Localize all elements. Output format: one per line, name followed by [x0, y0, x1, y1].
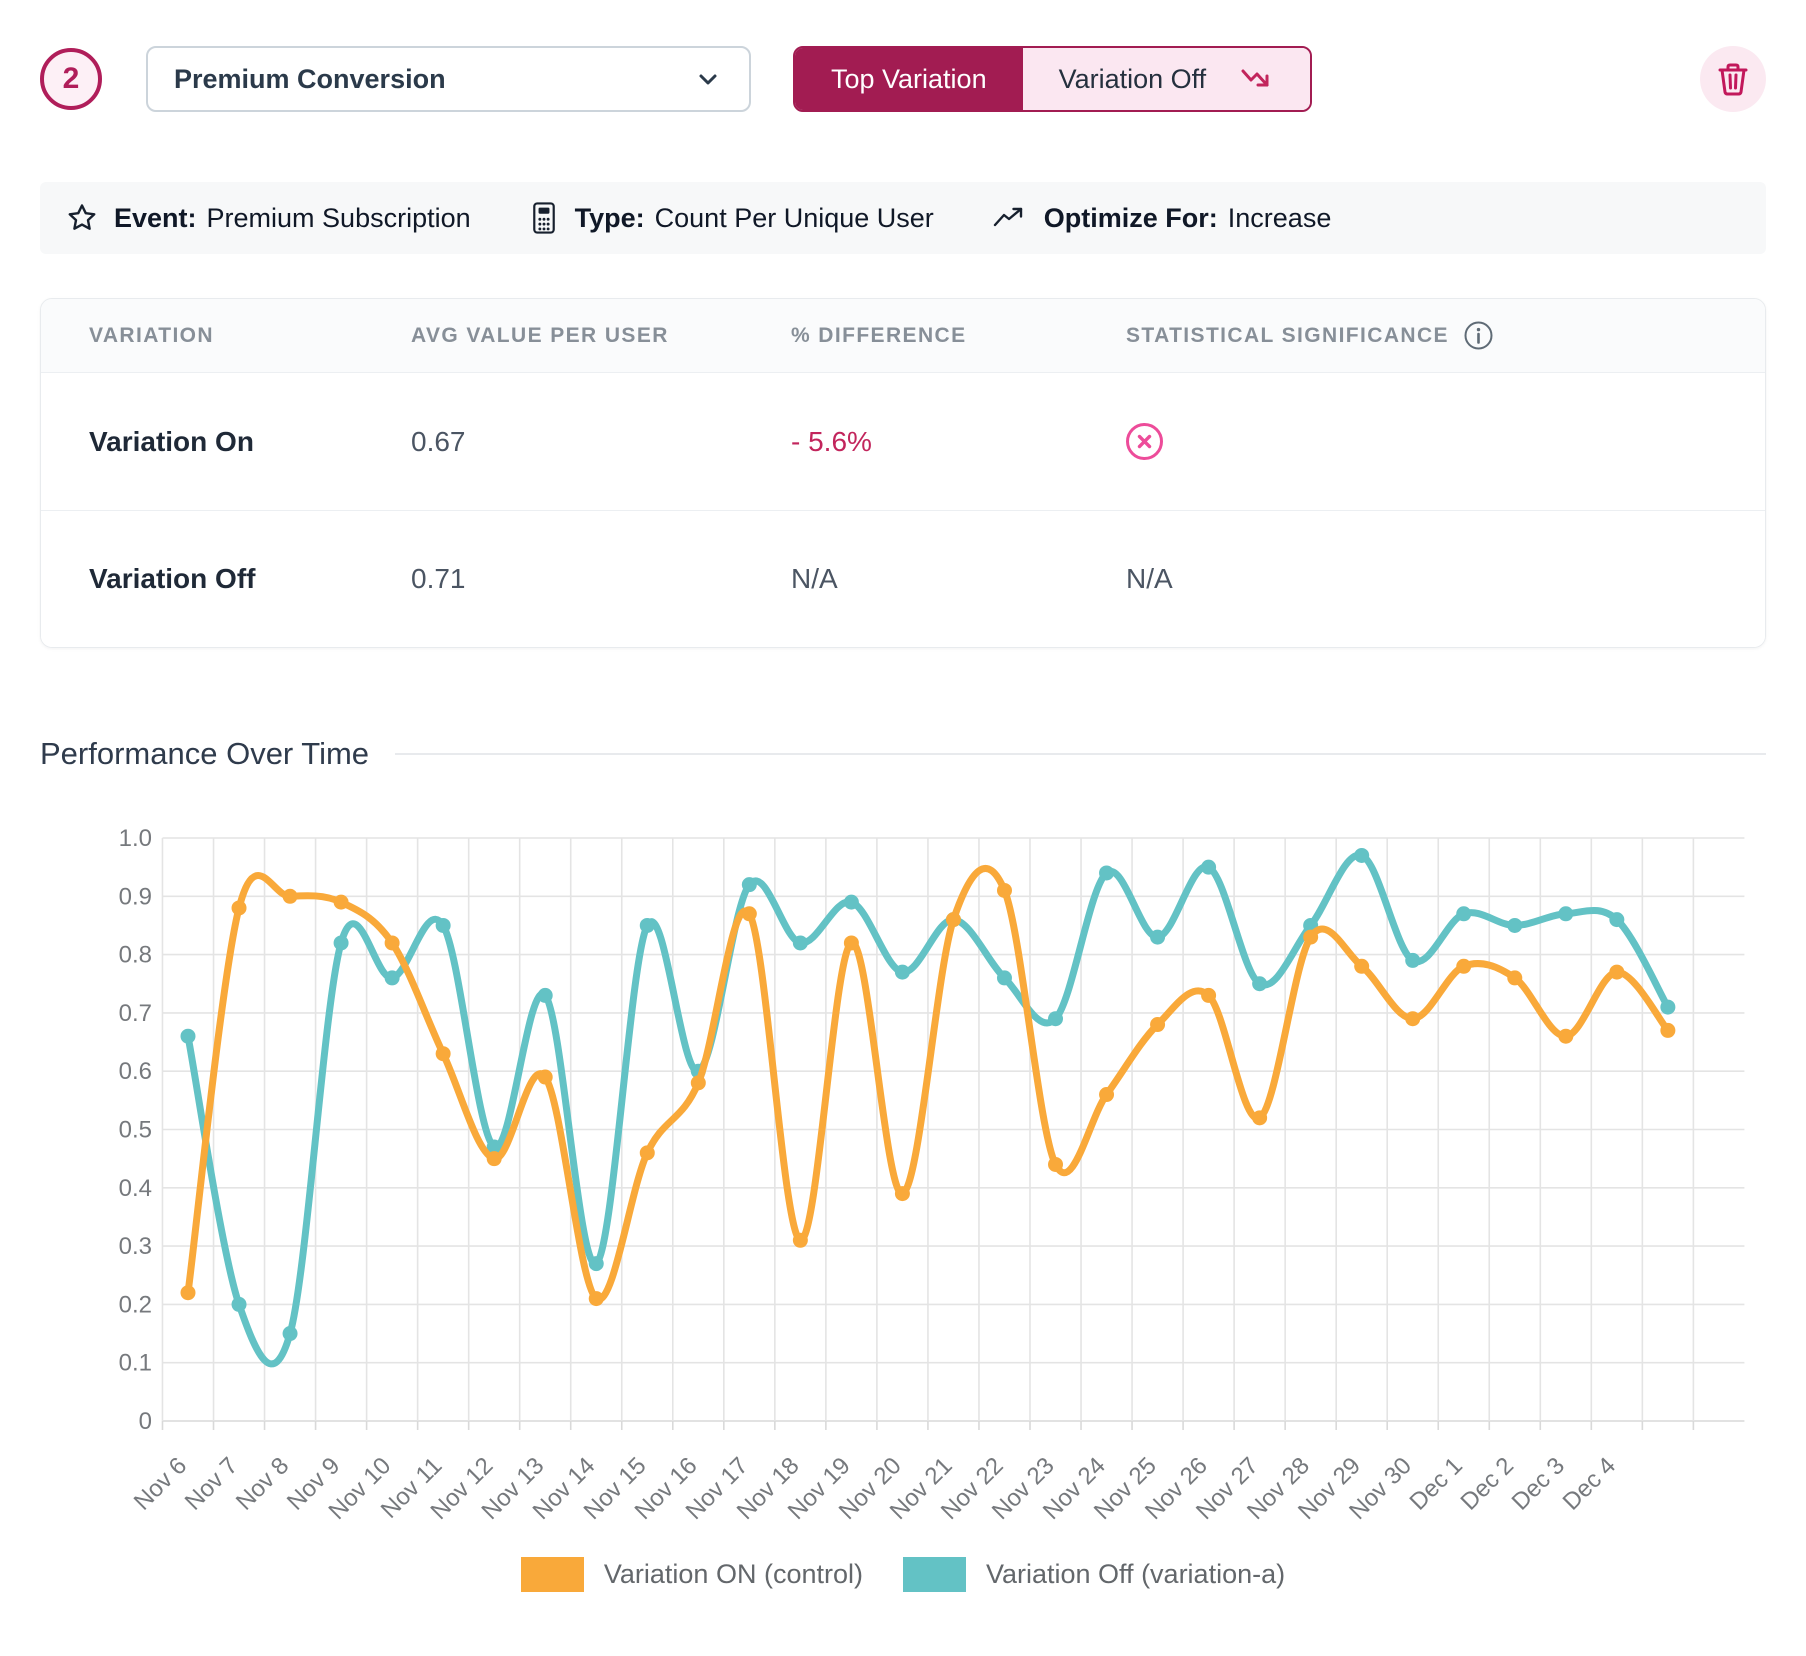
legend-chip-teal: [903, 1557, 966, 1592]
svg-text:0.7: 0.7: [119, 1000, 152, 1027]
svg-text:Dec 1: Dec 1: [1405, 1452, 1468, 1515]
col-variation: Variation: [89, 324, 411, 348]
metric-summary-bar: Event: Premium Subscription Type: Count …: [40, 182, 1766, 254]
performance-chart: 00.10.20.30.40.50.60.70.80.91.0Nov 6Nov …: [40, 788, 1766, 1592]
optimize-summary: Optimize For: Increase: [992, 203, 1332, 234]
legend-chip-orange: [521, 1557, 584, 1592]
info-icon[interactable]: [1463, 320, 1494, 351]
svg-text:0.5: 0.5: [119, 1117, 152, 1144]
svg-text:0.1: 0.1: [119, 1350, 152, 1377]
trend-down-icon: [1240, 65, 1274, 93]
type-label: Type:: [575, 203, 645, 234]
event-summary: Event: Premium Subscription: [66, 202, 471, 234]
difference-value: N/A: [791, 563, 1126, 595]
legend-label: Variation Off (variation-a): [986, 1559, 1285, 1590]
svg-text:0.2: 0.2: [119, 1291, 152, 1318]
variation-toggle: Top Variation Variation Off: [793, 46, 1312, 112]
trash-icon: [1716, 61, 1750, 97]
avg-value: 0.71: [411, 563, 791, 595]
optimize-label: Optimize For:: [1044, 203, 1218, 234]
step-number-badge: 2: [40, 48, 102, 110]
event-value: Premium Subscription: [207, 203, 471, 234]
legend-label: Variation ON (control): [604, 1559, 863, 1590]
svg-text:0.9: 0.9: [119, 883, 152, 910]
delete-metric-button[interactable]: [1700, 46, 1766, 112]
table-row-variation-on: Variation On 0.67 - 5.6%: [41, 373, 1765, 510]
difference-value: - 5.6%: [791, 426, 1126, 458]
svg-text:Dec 4: Dec 4: [1558, 1452, 1621, 1515]
results-table: Variation Avg Value Per User % Differenc…: [40, 298, 1766, 648]
svg-text:0.8: 0.8: [119, 942, 152, 969]
chart-legend: Variation ON (control) Variation Off (va…: [40, 1557, 1766, 1592]
toggle-top-variation[interactable]: Top Variation: [795, 48, 1023, 110]
calculator-icon: [529, 201, 559, 235]
svg-text:0.4: 0.4: [119, 1175, 152, 1202]
svg-text:0.6: 0.6: [119, 1058, 152, 1085]
divider: [395, 753, 1766, 755]
chart-title: Performance Over Time: [40, 736, 369, 772]
line-chart-canvas: 00.10.20.30.40.50.60.70.80.91.0Nov 6Nov …: [40, 788, 1766, 1548]
svg-text:Nov 8: Nov 8: [231, 1452, 294, 1515]
col-avg-value: Avg Value Per User: [411, 324, 791, 348]
legend-variation-off[interactable]: Variation Off (variation-a): [903, 1557, 1285, 1592]
experiment-metric-panel: 2 Premium Conversion Top Variation Varia…: [0, 0, 1806, 1592]
toggle-variation-off[interactable]: Variation Off: [1023, 48, 1311, 110]
toggle-variation-off-label: Variation Off: [1059, 64, 1207, 95]
chevron-down-icon: [693, 64, 723, 94]
col-significance-label: Statistical Significance: [1126, 324, 1449, 348]
svg-text:Dec 2: Dec 2: [1456, 1452, 1519, 1515]
metric-dropdown-value: Premium Conversion: [174, 64, 446, 95]
table-header-row: Variation Avg Value Per User % Differenc…: [41, 299, 1765, 373]
svg-text:0.3: 0.3: [119, 1233, 152, 1260]
svg-text:Dec 3: Dec 3: [1507, 1452, 1570, 1515]
optimize-value: Increase: [1228, 203, 1332, 234]
svg-text:Nov 7: Nov 7: [180, 1452, 243, 1515]
svg-text:1.0: 1.0: [119, 825, 152, 852]
avg-value: 0.67: [411, 426, 791, 458]
trend-up-icon: [992, 205, 1028, 231]
col-difference: % Difference: [791, 324, 1126, 348]
not-significant-icon: [1126, 423, 1163, 460]
col-significance: Statistical Significance: [1126, 320, 1765, 351]
event-label: Event:: [114, 203, 197, 234]
variation-name: Variation Off: [89, 563, 411, 595]
type-value: Count Per Unique User: [655, 203, 934, 234]
metric-dropdown[interactable]: Premium Conversion: [146, 46, 751, 112]
toolbar: 2 Premium Conversion Top Variation Varia…: [40, 46, 1766, 112]
svg-text:0: 0: [139, 1408, 152, 1435]
star-icon: [66, 202, 98, 234]
variation-name: Variation On: [89, 426, 411, 458]
chart-section-header: Performance Over Time: [40, 736, 1766, 772]
toggle-top-variation-label: Top Variation: [831, 64, 987, 95]
significance-value: N/A: [1126, 563, 1765, 595]
table-row-variation-off: Variation Off 0.71 N/A N/A: [41, 510, 1765, 647]
legend-variation-on[interactable]: Variation ON (control): [521, 1557, 863, 1592]
svg-text:Nov 6: Nov 6: [129, 1452, 192, 1515]
type-summary: Type: Count Per Unique User: [529, 201, 934, 235]
